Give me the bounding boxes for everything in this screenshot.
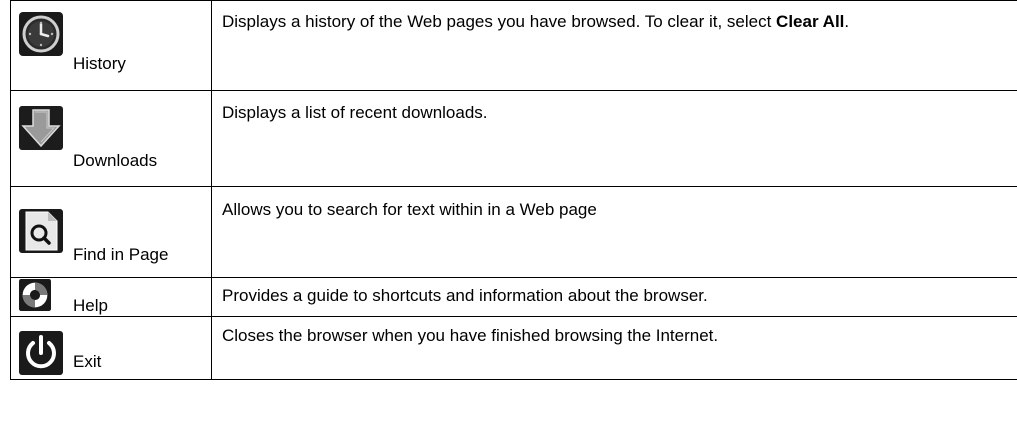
downloads-label: Downloads	[73, 151, 158, 170]
clear-all-text: Clear All	[776, 12, 845, 31]
exit-description: Closes the browser when you have finishe…	[211, 316, 1017, 380]
download-arrow-icon	[19, 106, 63, 150]
find-in-page-description: Allows you to search for text within in …	[211, 186, 1017, 278]
exit-label: Exit	[73, 352, 102, 371]
help-label: Help	[73, 296, 108, 315]
lifebuoy-icon	[19, 279, 51, 311]
history-cell: History	[10, 0, 212, 91]
table-row-downloads: Downloads Displays a list of recent down…	[10, 90, 1017, 187]
history-description: Displays a history of the Web pages you …	[211, 0, 1017, 91]
downloads-cell: Downloads	[10, 90, 212, 187]
find-page-icon	[19, 209, 63, 253]
table-row-exit: Exit Closes the browser when you have fi…	[10, 316, 1017, 380]
help-cell: Help	[10, 277, 212, 317]
power-icon	[19, 331, 63, 375]
browser-menu-table: History Displays a history of the Web pa…	[10, 0, 1017, 380]
table-row-find-in-page: Find in Page Allows you to search for te…	[10, 186, 1017, 278]
exit-cell: Exit	[10, 316, 212, 380]
find-in-page-cell: Find in Page	[10, 186, 212, 278]
table-row-help: Help Provides a guide to shortcuts and i…	[10, 277, 1017, 317]
clock-icon	[19, 12, 63, 56]
find-in-page-label: Find in Page	[73, 245, 169, 264]
help-description: Provides a guide to shortcuts and inform…	[211, 277, 1017, 317]
table-row-history: History Displays a history of the Web pa…	[10, 0, 1017, 91]
downloads-description: Displays a list of recent downloads.	[211, 90, 1017, 187]
history-label: History	[73, 54, 126, 73]
